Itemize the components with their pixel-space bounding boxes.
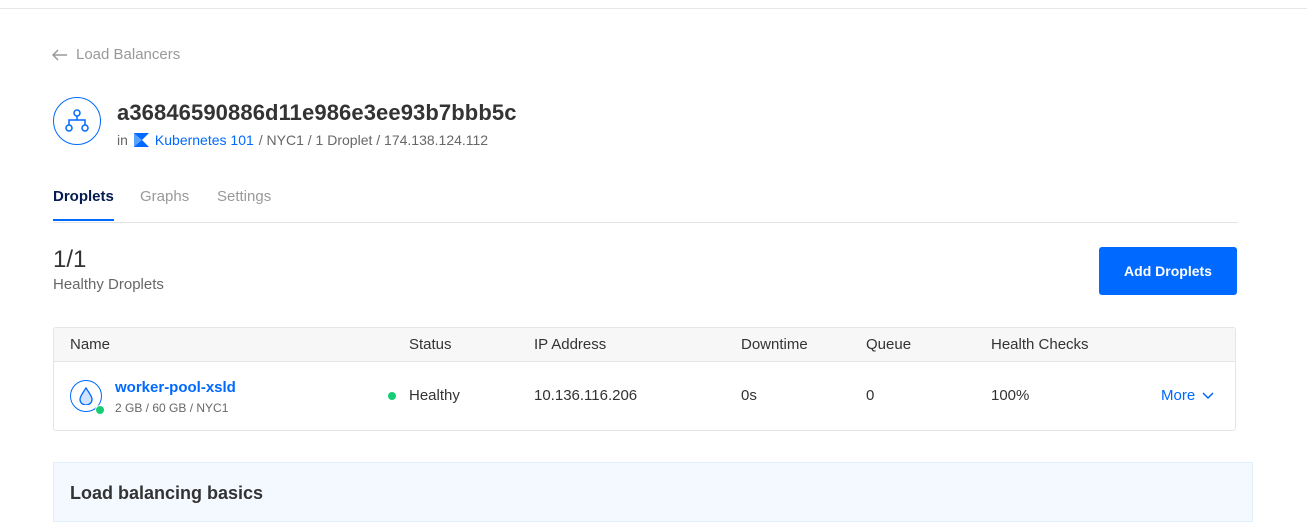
project-icon — [133, 133, 149, 147]
project-link[interactable]: Kubernetes 101 — [155, 132, 254, 148]
load-balancer-icon — [53, 97, 101, 145]
status-dot — [388, 392, 396, 400]
queue-value: 0 — [866, 387, 875, 404]
chevron-down-icon — [1202, 391, 1214, 399]
health-checks-value: 100% — [991, 387, 1030, 404]
tab-settings[interactable]: Settings — [217, 188, 271, 219]
downtime-value: 0s — [741, 387, 757, 404]
load-balancing-basics-panel: Load balancing basics — [53, 462, 1253, 522]
status-text: Healthy — [409, 387, 460, 404]
meta-details: / NYC1 / 1 Droplet / 174.138.124.112 — [258, 132, 489, 148]
table-row: worker-pool-xsld 2 GB / 60 GB / NYC1 Hea… — [54, 362, 1235, 432]
column-header-downtime: Downtime — [741, 336, 808, 353]
column-header-status: Status — [409, 336, 452, 353]
droplet-name-link[interactable]: worker-pool-xsld — [115, 379, 236, 396]
table-header: Name Status IP Address Downtime Queue He… — [54, 328, 1235, 362]
more-label: More — [1161, 387, 1196, 404]
page-title: a36846590886d11e986e3ee93b7bbb5c — [117, 100, 517, 125]
column-header-name: Name — [70, 336, 111, 353]
back-link-label: Load Balancers — [76, 46, 181, 63]
basics-title: Load balancing basics — [70, 483, 264, 503]
droplet-specs: 2 GB / 60 GB / NYC1 — [115, 401, 229, 415]
tab-bar: Droplets Graphs Settings — [53, 186, 1238, 223]
column-header-health-checks: Health Checks — [991, 336, 1089, 353]
droplet-status-indicator — [95, 405, 105, 415]
add-droplets-button[interactable]: Add Droplets — [1099, 247, 1237, 295]
tab-graphs[interactable]: Graphs — [140, 188, 189, 219]
tab-droplets[interactable]: Droplets — [53, 188, 114, 221]
healthy-count: 1/1 — [53, 246, 87, 273]
arrow-left-icon — [52, 48, 67, 61]
page-header: a36846590886d11e986e3ee93b7bbb5c in Kube… — [53, 97, 517, 148]
column-header-queue: Queue — [866, 336, 912, 353]
column-header-ip: IP Address — [534, 336, 607, 353]
back-link[interactable]: Load Balancers — [52, 46, 180, 63]
healthy-label: Healthy Droplets — [53, 276, 164, 293]
meta-prefix: in — [117, 132, 128, 148]
droplets-table: Name Status IP Address Downtime Queue He… — [53, 327, 1236, 431]
more-menu-button[interactable]: More — [1161, 387, 1214, 404]
top-bar — [0, 0, 1307, 9]
page-meta: in Kubernetes 101 / NYC1 / 1 Droplet / 1… — [117, 132, 517, 148]
ip-address: 10.136.116.206 — [534, 387, 638, 404]
